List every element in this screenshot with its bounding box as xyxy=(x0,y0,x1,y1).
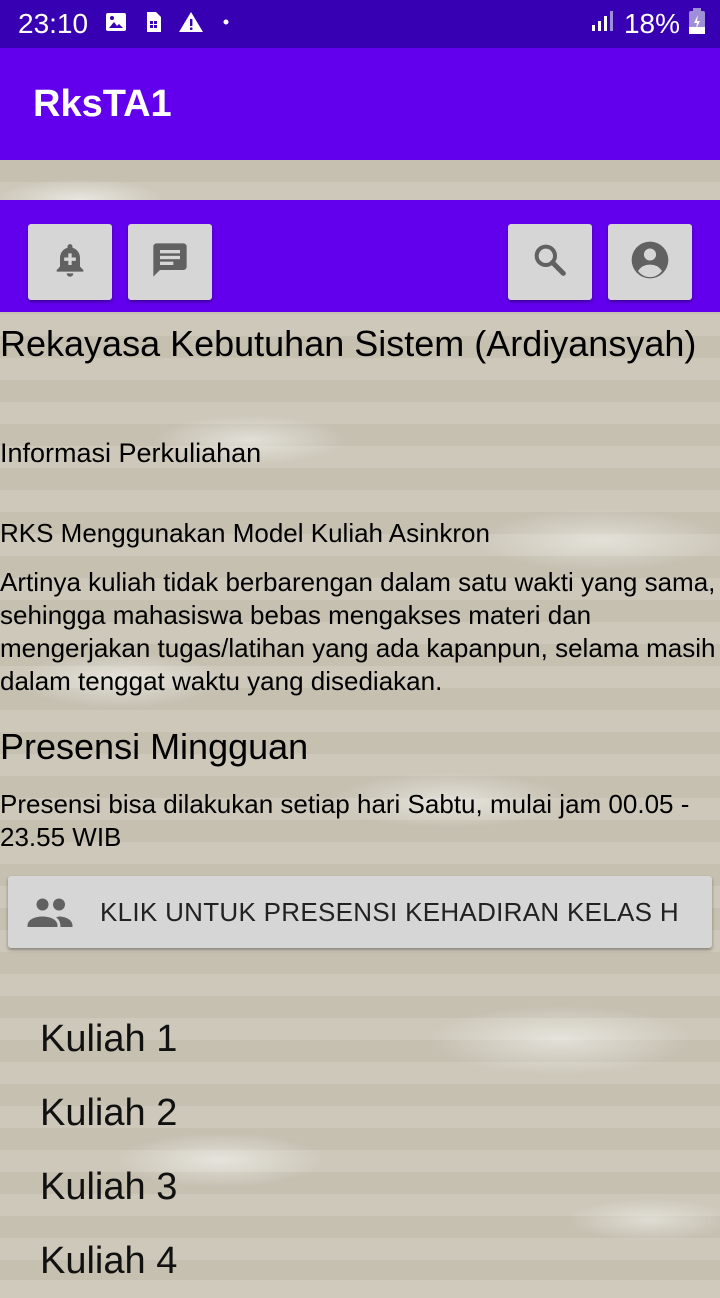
info-label: Informasi Perkuliahan xyxy=(0,438,262,468)
warning-icon xyxy=(178,10,204,39)
sim-icon xyxy=(142,10,164,39)
kuliah-item-1[interactable]: Kuliah 1 xyxy=(40,1002,177,1076)
course-title: Rekayasa Kebutuhan Sistem (Ardiyansyah) xyxy=(0,323,697,364)
status-time: 23:10 xyxy=(18,8,89,39)
search-icon xyxy=(530,240,570,285)
search-button[interactable] xyxy=(508,224,592,300)
presensi-button[interactable]: KLIK UNTUK PRESENSI KEHADIRAN KELAS H xyxy=(8,876,712,948)
kuliah-item-4[interactable]: Kuliah 4 xyxy=(40,1224,177,1298)
image-icon xyxy=(104,10,128,39)
toolbar xyxy=(0,200,720,312)
kuliah-item-3[interactable]: Kuliah 3 xyxy=(40,1150,177,1224)
dot-icon xyxy=(218,10,234,39)
add-notification-button[interactable] xyxy=(28,224,112,300)
account-button[interactable] xyxy=(608,224,692,300)
app-title: RksTA1 xyxy=(33,82,172,125)
model-label: RKS Menggunakan Model Kuliah Asinkron xyxy=(0,518,490,548)
app-bar: RksTA1 xyxy=(0,48,720,160)
account-icon xyxy=(628,238,672,287)
course-description: Artinya kuliah tidak berbarengan dalam s… xyxy=(0,567,716,696)
message-button[interactable] xyxy=(128,224,212,300)
signal-icon xyxy=(590,8,616,40)
status-bar: 23:10 18% xyxy=(0,0,720,48)
kuliah-list: Kuliah 1 Kuliah 2 Kuliah 3 Kuliah 4 xyxy=(40,1002,177,1298)
presensi-button-label: KLIK UNTUK PRESENSI KEHADIRAN KELAS H xyxy=(100,896,679,927)
presensi-description: Presensi bisa dilakukan setiap hari Sabt… xyxy=(0,789,690,852)
presensi-title: Presensi Mingguan xyxy=(0,726,309,767)
add-alert-icon xyxy=(50,240,90,285)
kuliah-item-2[interactable]: Kuliah 2 xyxy=(40,1076,177,1150)
battery-percent: 18% xyxy=(623,8,680,39)
battery-icon xyxy=(688,7,706,42)
message-icon xyxy=(150,240,190,285)
group-icon xyxy=(26,894,74,930)
